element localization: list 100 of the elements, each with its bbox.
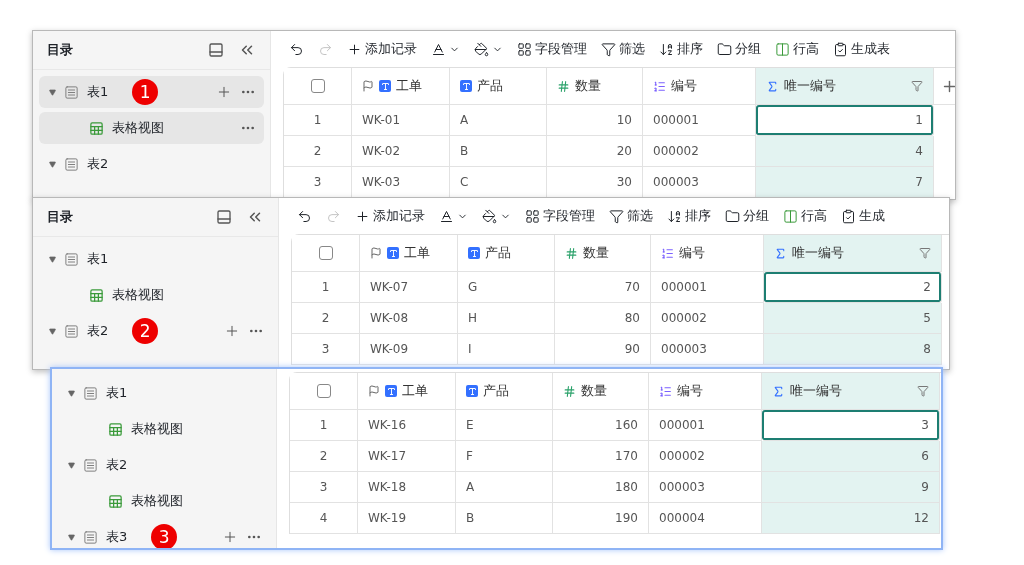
toolbar-icon-button[interactable] — [474, 41, 503, 57]
row-height-icon — [775, 41, 790, 57]
tree-item[interactable]: 表1 1 — [39, 76, 264, 108]
sidebar-title: 目录 — [47, 41, 74, 59]
panel-icon[interactable] — [208, 42, 224, 58]
expand-caret-icon[interactable] — [49, 88, 56, 96]
table-cell: 000001 — [649, 410, 762, 441]
filter-icon[interactable] — [919, 247, 931, 259]
filter-icon[interactable] — [917, 385, 929, 397]
toolbar-button[interactable]: 分组 — [725, 207, 769, 225]
table-cell: 000001 — [643, 105, 756, 136]
row-number: 1 — [292, 272, 360, 303]
table-cell: 3 — [762, 410, 940, 441]
view-name: 表格视图 — [112, 119, 164, 137]
font-color-icon — [431, 41, 446, 57]
checkbox[interactable] — [310, 79, 325, 93]
toolbar-button[interactable]: 行高 — [783, 207, 827, 225]
tree-item[interactable]: 表1 — [58, 377, 270, 409]
tree-item[interactable]: 表2 — [58, 449, 270, 481]
table-name: 表2 — [106, 456, 128, 474]
table-cell: G — [458, 272, 555, 303]
toolbar-icon-button[interactable] — [297, 208, 312, 224]
toolbar-icon-button[interactable] — [431, 41, 460, 57]
column-header[interactable]: 数量 — [547, 68, 643, 105]
sigma-icon — [766, 79, 779, 93]
column-header[interactable]: 编号 — [643, 68, 756, 105]
toolbar-button[interactable]: 添加记录 — [347, 40, 417, 58]
view-name: 表格视图 — [131, 492, 183, 510]
table-cell: WK-01 — [352, 105, 450, 136]
column-header[interactable]: 数量 — [553, 373, 649, 410]
column-header[interactable]: 数量 — [555, 235, 651, 272]
column-header[interactable]: 产品 — [450, 68, 547, 105]
clipboard-icon — [833, 41, 848, 57]
table-cell: 2 — [764, 272, 942, 303]
table-cell: 190 — [553, 503, 649, 534]
column-header[interactable]: 唯一编号 — [756, 68, 934, 105]
checkbox[interactable] — [318, 246, 333, 260]
toolbar-button[interactable]: 排序 — [667, 207, 711, 225]
expand-caret-icon[interactable] — [49, 160, 56, 168]
expand-caret-icon[interactable] — [49, 327, 56, 335]
tree-item[interactable]: 表2 2 — [39, 315, 272, 347]
column-header[interactable]: 编号 — [651, 235, 764, 272]
row-number: 2 — [292, 303, 360, 334]
tree-item[interactable]: 表3 3 — [58, 521, 270, 548]
table-cell: 80 — [555, 303, 651, 334]
row-number: 1 — [290, 410, 358, 441]
table-cell: 5 — [764, 303, 942, 334]
sigma-icon — [774, 246, 787, 260]
column-header[interactable]: 产品 — [458, 235, 555, 272]
table-cell: WK-19 — [358, 503, 456, 534]
number-badge: 3 — [151, 524, 178, 548]
column-header[interactable]: 产品 — [456, 373, 553, 410]
view-item[interactable]: 表格视图 — [58, 413, 270, 445]
toolbar-icon-button[interactable] — [439, 208, 468, 224]
toolbar-button[interactable]: 字段管理 — [517, 40, 587, 58]
column-header[interactable]: 工单 — [352, 68, 450, 105]
text-field-icon — [387, 247, 399, 259]
toolbar-button[interactable]: 添加记录 — [355, 207, 425, 225]
toolbar-button[interactable]: 筛选 — [601, 40, 645, 58]
column-header[interactable]: 工单 — [358, 373, 456, 410]
expand-caret-icon[interactable] — [68, 533, 75, 541]
filter-icon[interactable] — [911, 80, 923, 92]
toolbar-button[interactable]: 排序 — [659, 40, 703, 58]
table-cell: WK-09 — [360, 334, 458, 365]
panel-icon[interactable] — [216, 209, 232, 225]
view-item[interactable]: 表格视图 — [39, 112, 264, 144]
toolbar-icon-button[interactable] — [289, 41, 304, 57]
tree-item[interactable]: 表2 — [39, 148, 264, 180]
view-item[interactable]: 表格视图 — [58, 485, 270, 517]
plus-icon — [347, 41, 362, 57]
expand-caret-icon[interactable] — [68, 461, 75, 469]
table-cell: 180 — [553, 472, 649, 503]
column-header[interactable]: 唯一编号 — [762, 373, 940, 410]
table-cell: WK-08 — [360, 303, 458, 334]
toolbar-icon-button[interactable] — [482, 208, 511, 224]
column-header[interactable]: 编号 — [649, 373, 762, 410]
table-cell: 170 — [553, 441, 649, 472]
column-header[interactable]: 唯一编号 — [764, 235, 942, 272]
view-item[interactable]: 表格视图 — [39, 279, 272, 311]
expand-caret-icon[interactable] — [68, 389, 75, 397]
grid-view-icon — [89, 287, 104, 303]
toolbar-button[interactable]: 生成 — [841, 207, 885, 225]
toolbar-button[interactable]: 行高 — [775, 40, 819, 58]
checkbox[interactable] — [316, 384, 331, 398]
sidebar-title: 目录 — [47, 208, 74, 226]
toolbar-button[interactable]: 分组 — [717, 40, 761, 58]
tree-item[interactable]: 表1 — [39, 243, 272, 275]
filter-icon — [609, 208, 624, 224]
table-cell: 10 — [547, 105, 643, 136]
column-header[interactable]: 工单 — [360, 235, 458, 272]
toolbar-button[interactable]: 筛选 — [609, 207, 653, 225]
row-number: 4 — [290, 503, 358, 534]
redo-icon — [318, 41, 333, 57]
toolbar-button[interactable]: 生成表 — [833, 40, 890, 58]
toolbar-button[interactable]: 字段管理 — [525, 207, 595, 225]
row-number: 3 — [292, 334, 360, 365]
number-field-icon — [557, 79, 570, 93]
table-cell: 000002 — [651, 303, 764, 334]
table-cell: 20 — [547, 136, 643, 167]
expand-caret-icon[interactable] — [49, 255, 56, 263]
